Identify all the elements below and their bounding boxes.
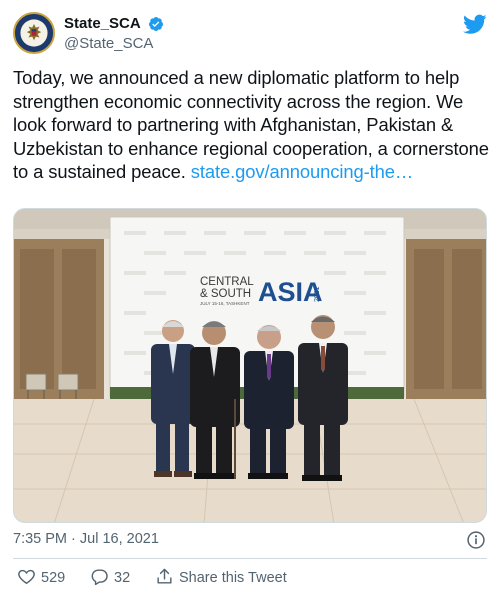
backdrop-text-asia: ASIA — [258, 277, 323, 307]
avatar[interactable] — [13, 12, 55, 54]
tweet-header: State_SCA @State_SCA — [13, 12, 487, 56]
backdrop-text-date: JULY 15-16, TASHKENT — [200, 301, 250, 306]
account-handle[interactable]: @State_SCA — [64, 34, 164, 54]
twitter-bird-icon[interactable] — [463, 12, 487, 36]
divider — [13, 558, 487, 559]
backdrop-text-central: CENTRAL — [200, 276, 254, 288]
share-button[interactable]: Share this Tweet — [155, 567, 287, 589]
info-icon[interactable] — [466, 530, 486, 550]
reply-icon — [91, 569, 108, 586]
photo-scene: CENTRAL & SOUTH JULY 15-16, TASHKENT ASI… — [14, 209, 486, 522]
tweet-link[interactable]: state.gov/announcing-the… — [191, 161, 414, 182]
like-button[interactable]: 529 — [17, 567, 65, 589]
like-count: 529 — [41, 570, 66, 586]
tweet-text: Today, we announced a new diplomatic pla… — [13, 66, 491, 184]
tweet-card: State_SCA @State_SCA Today, we announced… — [0, 0, 500, 593]
backdrop-text-year: 2021 — [314, 286, 321, 302]
tweet-photo[interactable]: CENTRAL & SOUTH JULY 15-16, TASHKENT ASI… — [13, 208, 487, 523]
verified-badge-icon — [149, 17, 164, 31]
share-icon — [157, 568, 172, 584]
share-label: Share this Tweet — [179, 570, 287, 586]
reply-button[interactable]: 32 — [90, 567, 130, 589]
tweet-timestamp[interactable]: 7:35 PM · Jul 16, 2021 — [13, 531, 159, 547]
backdrop-text-south: & SOUTH — [200, 288, 251, 300]
reply-count: 32 — [114, 570, 131, 586]
display-name[interactable]: State_SCA — [64, 14, 141, 34]
heart-icon — [18, 569, 35, 585]
state-seal-icon — [15, 14, 53, 52]
account-names: State_SCA @State_SCA — [64, 14, 164, 54]
